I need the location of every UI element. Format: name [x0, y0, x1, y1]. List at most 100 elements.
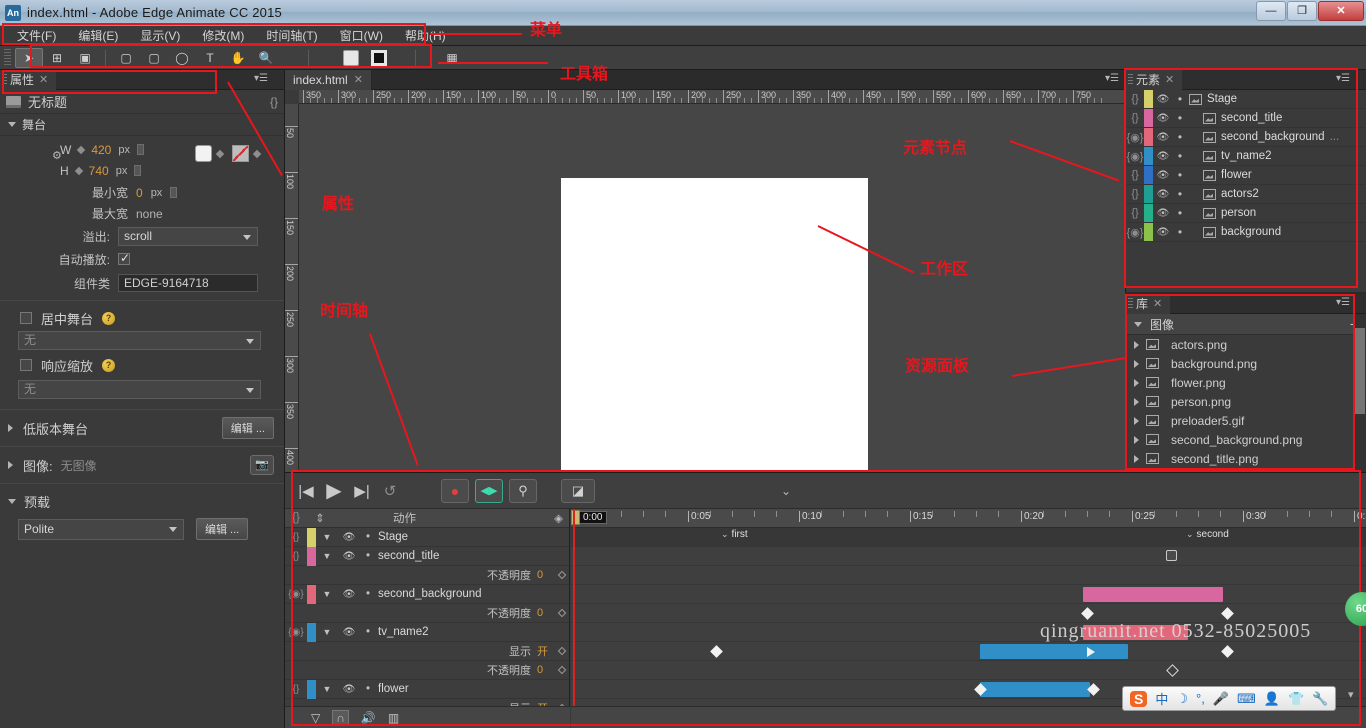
code-braces-icon[interactable]: {}	[1126, 169, 1144, 181]
help-icon[interactable]: ?	[102, 311, 116, 325]
property-value[interactable]: 0	[537, 664, 553, 676]
chevron-down-icon[interactable]: ▼	[316, 627, 338, 637]
panel-menu-icon[interactable]: ▾☰	[1336, 73, 1350, 84]
stage-section-header[interactable]: 舞台	[0, 114, 284, 136]
minimize-button[interactable]: —	[1256, 1, 1286, 21]
max-width-value[interactable]: none	[136, 207, 163, 221]
element-row[interactable]: {} 👁 • actors2	[1126, 185, 1366, 204]
timeline-property-row[interactable]: 显示开	[285, 699, 569, 706]
sogou-logo-icon[interactable]: S	[1130, 690, 1148, 707]
height-keyframe-icon[interactable]	[74, 166, 83, 175]
visibility-eye-icon[interactable]: 👁	[338, 684, 360, 695]
auto-transition-icon[interactable]: ◀▶	[475, 478, 503, 503]
code-braces-icon[interactable]: {}	[1126, 93, 1144, 105]
library-scrollbar[interactable]	[1354, 314, 1366, 472]
code-braces-icon[interactable]: {◉}	[1126, 131, 1144, 144]
center-stage-select[interactable]: 无	[18, 331, 261, 350]
library-item[interactable]: person.png	[1126, 392, 1366, 411]
text-tool-icon[interactable]: T	[196, 48, 224, 68]
element-row[interactable]: {} 👁 • Stage	[1126, 90, 1366, 109]
lock-dot-icon[interactable]: •	[1173, 187, 1187, 201]
responsive-scale-checkbox[interactable]	[20, 359, 32, 371]
code-braces-icon[interactable]: {}	[285, 551, 307, 562]
document-title[interactable]: 无标题	[28, 92, 67, 111]
keyframe[interactable]	[1166, 550, 1177, 561]
chevron-down-icon[interactable]: ▼	[316, 589, 338, 599]
autoplay-checkbox[interactable]	[118, 251, 130, 265]
chevron-down-icon[interactable]: ▼	[316, 684, 338, 694]
menu-item-file[interactable]: 文件(F)	[6, 26, 67, 45]
menu-item-help[interactable]: 帮助(H)	[394, 26, 457, 45]
lock-dot-icon[interactable]: •	[1173, 225, 1187, 239]
selection-tool-icon[interactable]: ➤	[15, 47, 43, 68]
chevron-right-icon[interactable]	[1134, 397, 1139, 406]
visibility-eye-icon[interactable]: 👁	[338, 532, 360, 543]
timeline-label-marker[interactable]: ⌄ first	[721, 529, 748, 540]
lock-dot-icon[interactable]: •	[360, 588, 376, 600]
timeline-layer-row[interactable]: {◉} ▼ 👁 • second_background	[285, 584, 569, 604]
tab-index-html[interactable]: index.html ✕	[285, 69, 372, 90]
filter-icon[interactable]: ▽	[311, 711, 320, 725]
marquee-tool-icon[interactable]: ▣	[71, 48, 99, 68]
timeline-layer-row[interactable]: {◉} ▼ 👁 • tv_name2	[285, 622, 569, 642]
timeline-lane[interactable]	[571, 566, 1366, 585]
preload-section-header[interactable]: 预载	[0, 488, 284, 514]
menu-item-view[interactable]: 显示(V)	[129, 26, 191, 45]
ime-settings-icon[interactable]: 🔧	[1312, 691, 1328, 707]
pin-icon[interactable]: ⚲	[509, 478, 537, 503]
camera-icon[interactable]: 📷	[250, 455, 274, 475]
timeline-lane[interactable]	[571, 528, 1366, 547]
code-braces-icon[interactable]: {}	[270, 95, 278, 109]
element-row[interactable]: {◉} 👁 • tv_name2	[1126, 147, 1366, 166]
background-image-swatch[interactable]	[232, 145, 249, 162]
timeline-lane[interactable]	[571, 547, 1366, 566]
timeline-lane[interactable]	[571, 661, 1366, 680]
visibility-eye-icon[interactable]: 👁	[1153, 151, 1173, 162]
play-icon[interactable]: ▶	[323, 478, 345, 503]
vertical-ruler[interactable]: 50 100 150 200 250 300 350 400	[285, 104, 299, 504]
playhead[interactable]	[573, 509, 575, 706]
timeline-label-name[interactable]: second	[1197, 529, 1229, 540]
tab-properties[interactable]: 属性 ✕	[0, 69, 57, 90]
rectangle-tool-icon[interactable]: ▢	[112, 48, 140, 68]
code-braces-icon[interactable]: {◉}	[285, 627, 307, 638]
panel-grip-icon[interactable]	[1128, 74, 1133, 86]
visibility-eye-icon[interactable]: 👁	[1153, 189, 1173, 200]
panel-grip-icon[interactable]	[2, 74, 7, 86]
lock-dot-icon[interactable]: •	[1173, 111, 1187, 125]
add-keyframe-icon[interactable]	[557, 570, 567, 580]
preload-select[interactable]: Polite	[18, 518, 184, 540]
chevron-down-icon[interactable]: ▼	[316, 551, 338, 561]
sound-icon[interactable]: 🔊	[361, 711, 376, 725]
zoom-tool-icon[interactable]: 🔍	[252, 48, 280, 68]
chevron-right-icon[interactable]	[8, 424, 13, 432]
tab-elements[interactable]: 元素 ✕	[1126, 69, 1183, 90]
property-value[interactable]: 0	[537, 607, 553, 619]
timeline-actions-row[interactable]: {} ⇕ 动作 ◈	[285, 509, 569, 528]
height-value[interactable]: 740	[89, 164, 109, 178]
chevron-right-icon[interactable]	[1134, 378, 1139, 387]
maximize-button[interactable]: ❐	[1287, 1, 1317, 21]
add-keyframe-icon[interactable]	[557, 665, 567, 675]
keyframe[interactable]	[1087, 647, 1095, 657]
chevron-right-icon[interactable]	[1134, 340, 1139, 349]
panel-grip-icon[interactable]	[1128, 298, 1133, 310]
canvas-workspace[interactable]	[299, 104, 1125, 504]
code-braces-icon[interactable]: {}	[285, 684, 307, 695]
library-item[interactable]: preloader5.gif	[1126, 411, 1366, 430]
chevron-down-icon[interactable]: ▼	[316, 532, 338, 542]
layout-grid-icon[interactable]: ▦	[438, 48, 466, 68]
ime-expand-icon[interactable]: ▾	[1348, 688, 1354, 701]
code-braces-icon[interactable]: {◉}	[285, 589, 307, 600]
menu-item-edit[interactable]: 编辑(E)	[67, 26, 129, 45]
lock-dot-icon[interactable]: •	[360, 531, 376, 543]
ime-punctuation-icon[interactable]: °,	[1196, 691, 1205, 706]
timeline-lane[interactable]	[571, 585, 1366, 604]
timeline-lane[interactable]	[571, 642, 1366, 661]
lock-dot-icon[interactable]: •	[1173, 92, 1187, 106]
lock-dot-icon[interactable]: •	[360, 550, 376, 562]
property-value[interactable]: 0	[537, 569, 553, 581]
menu-item-window[interactable]: 窗口(W)	[329, 26, 394, 45]
timeline-animation-bar[interactable]	[980, 644, 1128, 659]
timeline-layer-row[interactable]: {} ▼ 👁 • Stage	[285, 527, 569, 547]
